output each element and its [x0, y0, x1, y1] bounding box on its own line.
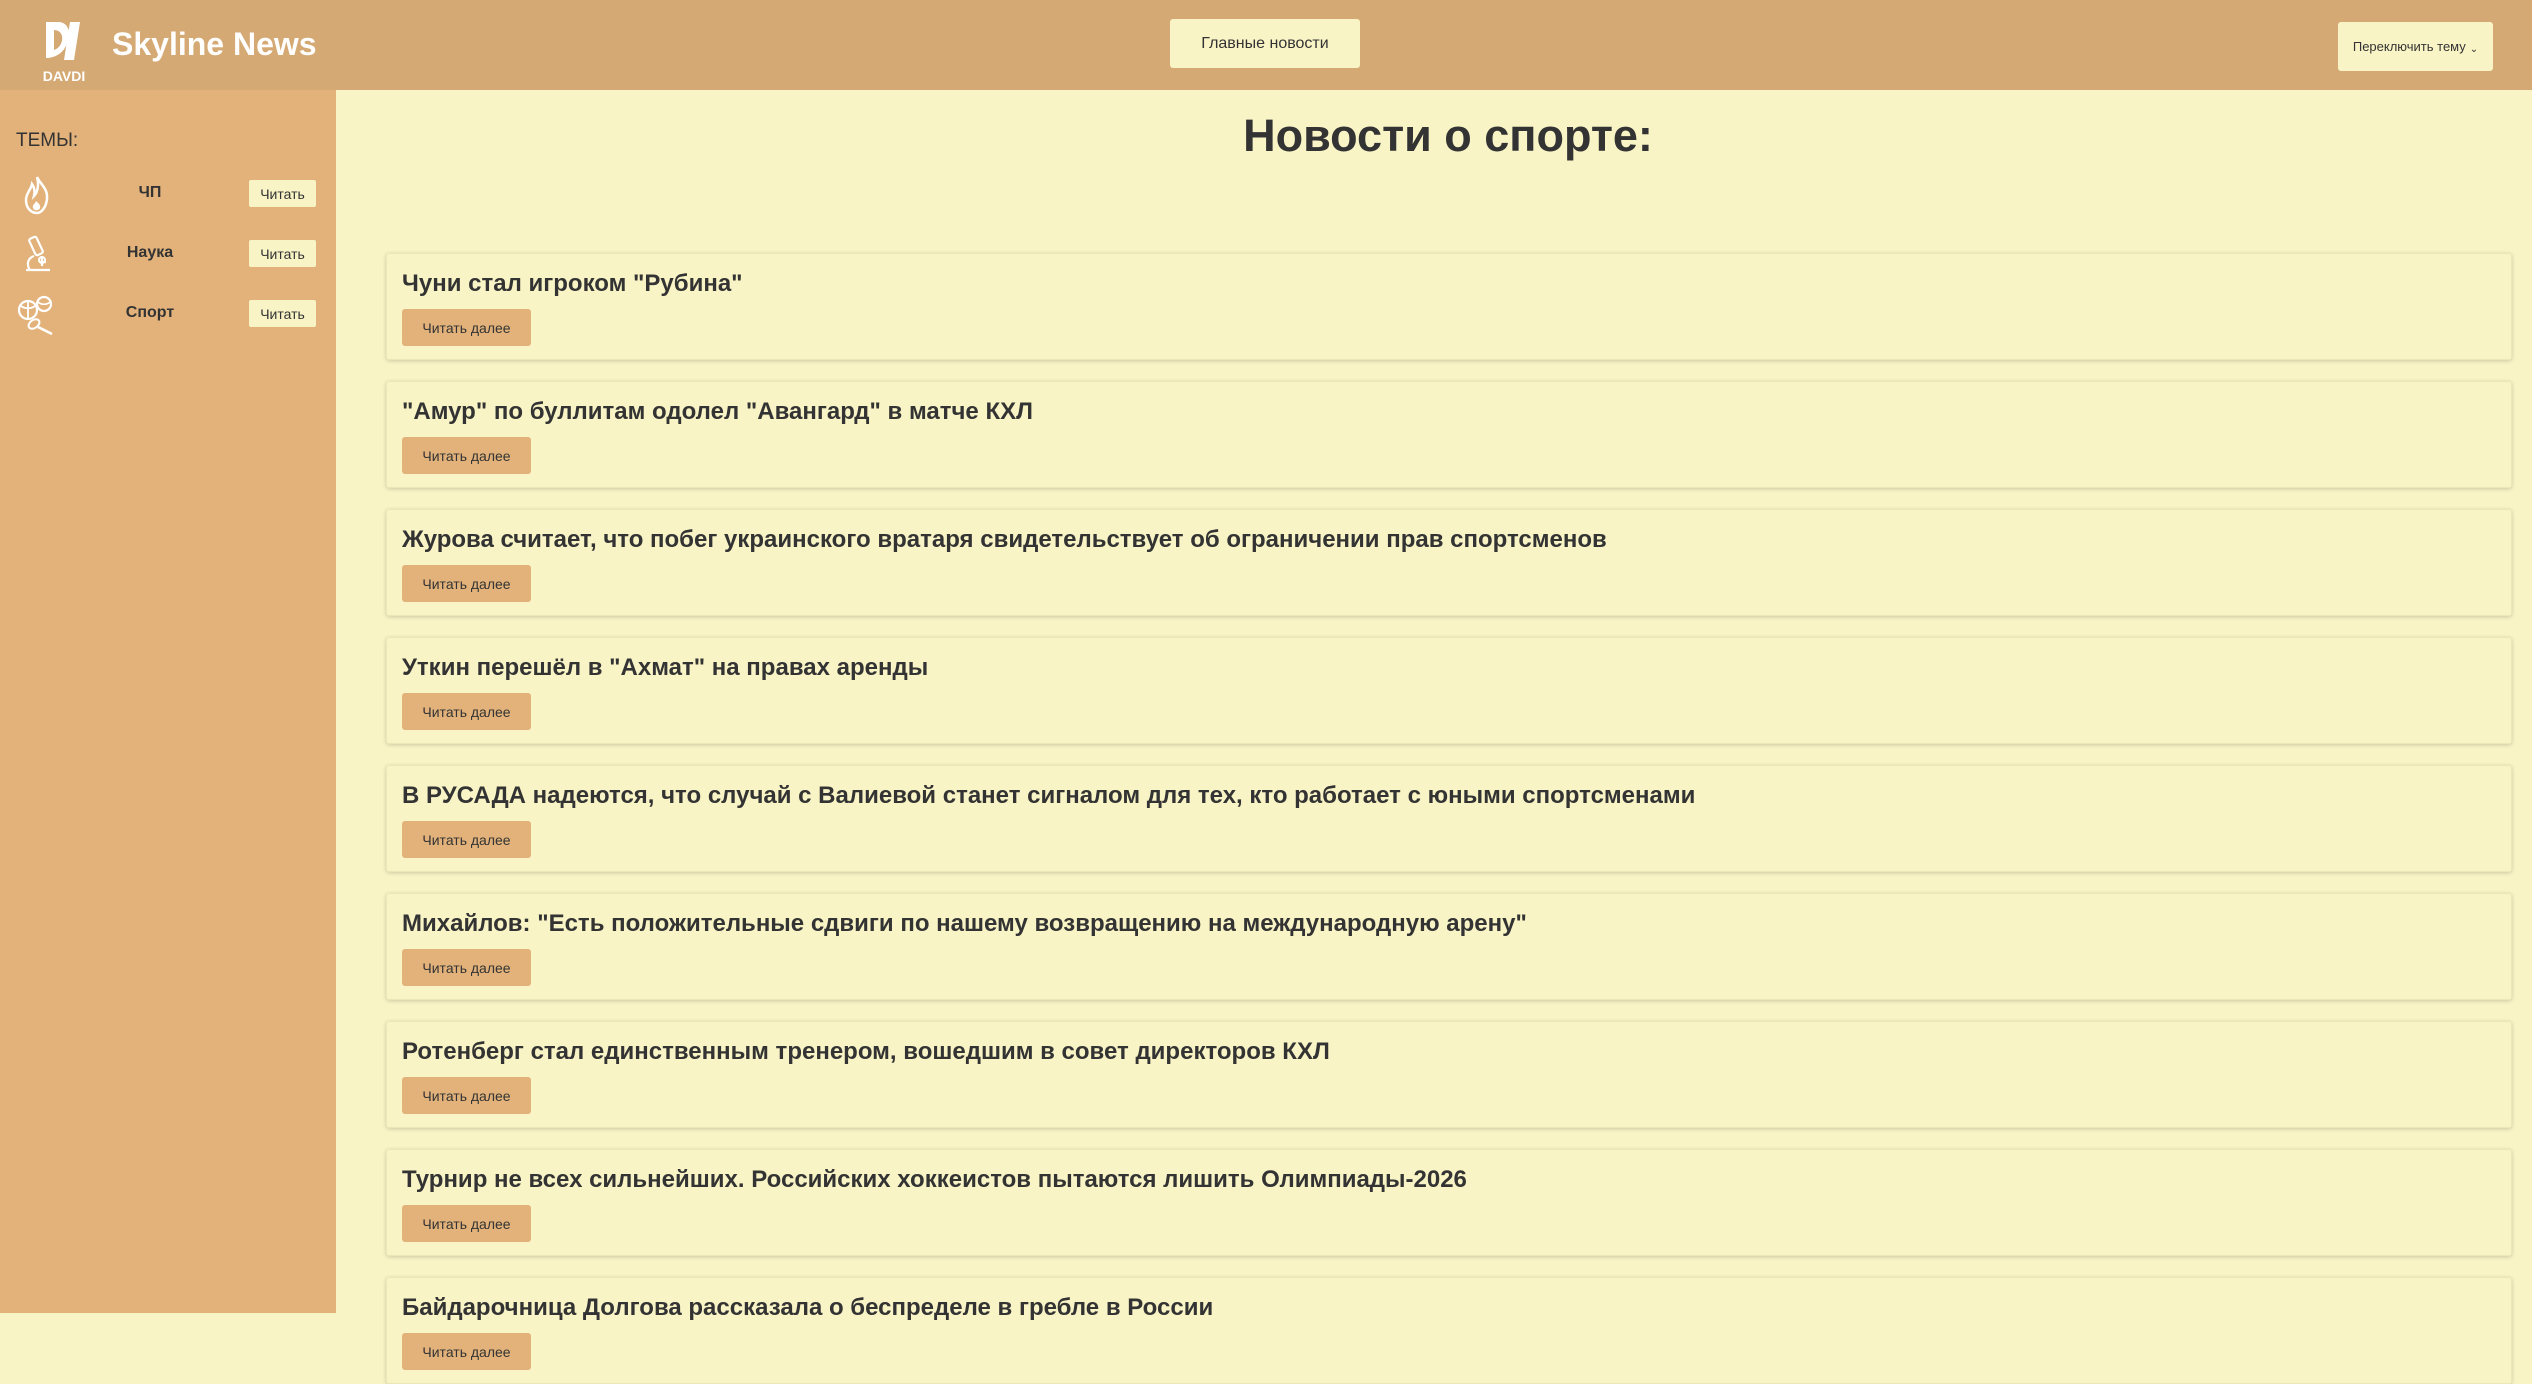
- news-title: Ротенберг стал единственным тренером, во…: [402, 1038, 1330, 1065]
- news-title: В РУСАДА надеются, что случай с Валиевой…: [402, 782, 1696, 809]
- sidebar-item-label: ЧП: [138, 184, 162, 201]
- read-more-button[interactable]: Читать далее: [402, 1333, 531, 1370]
- logo[interactable]: DAVDI: [40, 16, 88, 86]
- sidebar-item-emergency: ЧП Читать: [0, 170, 336, 220]
- microscope-icon: [16, 234, 58, 276]
- topics-heading: ТЕМЫ:: [16, 130, 79, 151]
- sidebar-read-button-science[interactable]: Читать: [249, 240, 316, 267]
- header: DAVDI Skyline News Главные новости Перек…: [0, 0, 2532, 90]
- site-title[interactable]: Skyline News: [112, 26, 317, 63]
- news-title: "Амур" по буллитам одолел "Авангард" в м…: [402, 398, 1033, 425]
- logo-text: DAVDI: [42, 68, 86, 84]
- chevron-down-icon: ⌄: [2469, 44, 2479, 55]
- sidebar-item-label: Наука: [126, 244, 174, 261]
- news-card: Михайлов: "Есть положительные сдвиги по …: [386, 893, 2512, 1000]
- read-more-button[interactable]: Читать далее: [402, 1205, 531, 1242]
- sidebar-item-label: Спорт: [125, 304, 175, 321]
- news-title: Журова считает, что побег украинского вр…: [402, 526, 1607, 553]
- sidebar-item-sport: Спорт Читать: [0, 290, 336, 340]
- read-more-button[interactable]: Читать далее: [402, 1077, 531, 1114]
- news-title: Уткин перешёл в "Ахмат" на правах аренды: [402, 654, 929, 681]
- read-more-button[interactable]: Читать далее: [402, 821, 531, 858]
- read-more-button[interactable]: Читать далее: [402, 693, 531, 730]
- news-card: Журова считает, что побег украинского вр…: [386, 509, 2512, 616]
- news-card: Байдарочница Долгова рассказала о беспре…: [386, 1277, 2512, 1384]
- news-card: Турнир не всех сильнейших. Российских хо…: [386, 1149, 2512, 1256]
- news-card: Ротенберг стал единственным тренером, во…: [386, 1021, 2512, 1128]
- news-title: Турнир не всех сильнейших. Российских хо…: [402, 1166, 1467, 1193]
- theme-toggle-label: Переключить тему: [2352, 39, 2466, 54]
- news-card: Уткин перешёл в "Ахмат" на правах аренды…: [386, 637, 2512, 744]
- read-more-button[interactable]: Читать далее: [402, 565, 531, 602]
- sidebar-item-science: Наука Читать: [0, 230, 336, 280]
- main-content: Новости о спорте: Чуни стал игроком "Руб…: [336, 90, 2532, 1384]
- news-card: "Амур" по буллитам одолел "Авангард" в м…: [386, 381, 2512, 488]
- news-title: Чуни стал игроком "Рубина": [402, 270, 743, 297]
- theme-toggle-button[interactable]: Переключить тему ⌄: [2338, 22, 2493, 71]
- page-title: Новости о спорте:: [1243, 110, 1653, 161]
- sports-icon: [16, 294, 58, 336]
- news-title: Байдарочница Долгова рассказала о беспре…: [402, 1294, 1214, 1321]
- sidebar-read-button-emergency[interactable]: Читать: [249, 180, 316, 207]
- news-card: В РУСАДА надеются, что случай с Валиевой…: [386, 765, 2512, 872]
- news-card: Чуни стал игроком "Рубина" Читать далее: [386, 253, 2512, 360]
- read-more-button[interactable]: Читать далее: [402, 309, 531, 346]
- sidebar: ТЕМЫ: ЧП Читать Наука Читать Спорт Читат…: [0, 90, 336, 1313]
- news-title: Михайлов: "Есть положительные сдвиги по …: [402, 910, 1527, 937]
- read-more-button[interactable]: Читать далее: [402, 949, 531, 986]
- logo-mark-icon: [46, 22, 80, 60]
- main-news-button[interactable]: Главные новости: [1170, 19, 1360, 68]
- sidebar-read-button-sport[interactable]: Читать: [249, 300, 316, 327]
- read-more-button[interactable]: Читать далее: [402, 437, 531, 474]
- fire-icon: [16, 174, 58, 216]
